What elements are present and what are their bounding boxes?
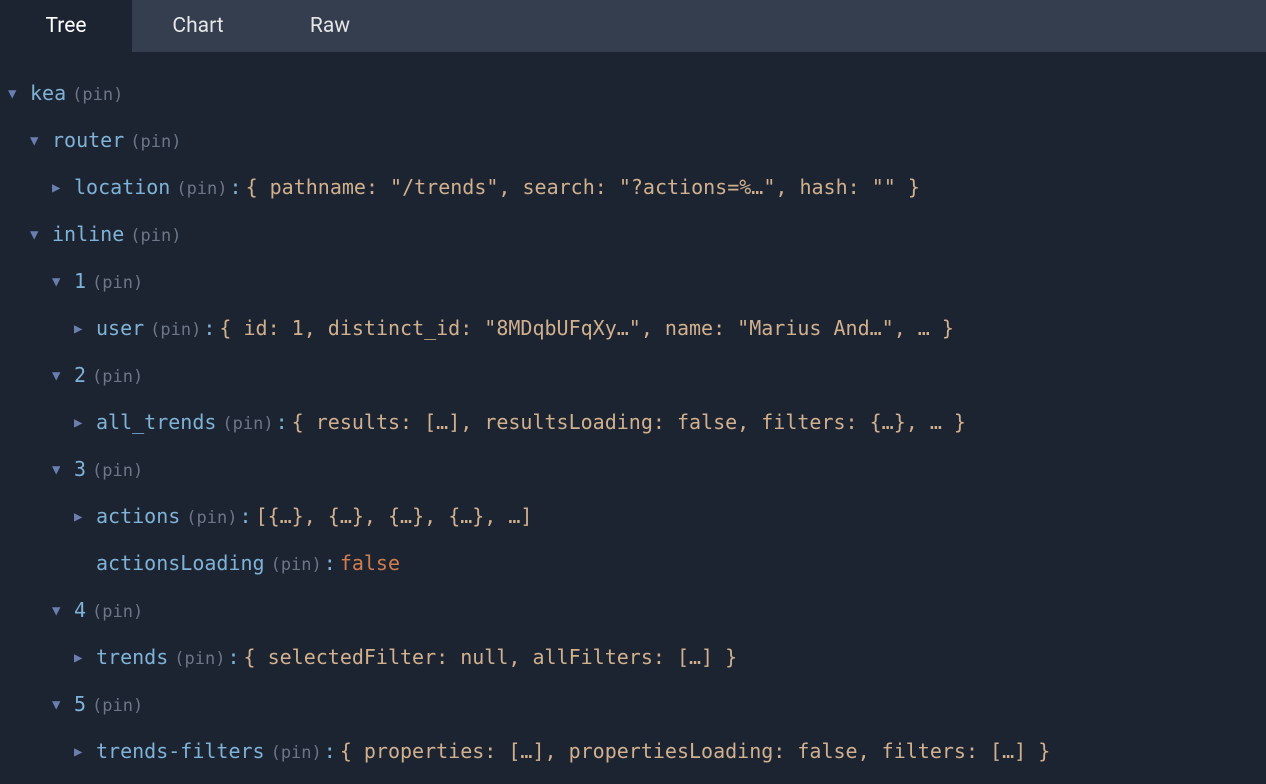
tree-node-actions-loading[interactable]: actionsLoading (pin) : false [4, 540, 1262, 587]
tree-node-actions[interactable]: ▶ actions (pin) : [{…}, {…}, {…}, {…}, …… [4, 493, 1262, 540]
state-tree: ▼ kea (pin) ▼ router (pin) ▶ location (p… [0, 52, 1266, 775]
colon: : [324, 738, 336, 765]
pin-button[interactable]: (pin) [90, 272, 145, 295]
tree-node-2[interactable]: ▼ 2 (pin) [4, 352, 1262, 399]
chevron-right-icon[interactable]: ▶ [74, 745, 90, 759]
pin-button[interactable]: (pin) [128, 131, 183, 154]
colon: : [239, 503, 251, 530]
tab-chart[interactable]: Chart [132, 0, 264, 52]
chevron-down-icon[interactable]: ▼ [52, 463, 68, 477]
chevron-down-icon[interactable]: ▼ [52, 275, 68, 289]
pin-button[interactable]: (pin) [128, 225, 183, 248]
node-key: 5 [74, 691, 86, 718]
chevron-down-icon[interactable]: ▼ [52, 698, 68, 712]
node-key: trends [96, 644, 168, 671]
node-value: { id: 1, distinct_id: "8MDqbUFqXy…", nam… [219, 315, 954, 342]
pin-button[interactable]: (pin) [184, 507, 239, 530]
pin-button[interactable]: (pin) [70, 84, 125, 107]
tree-node-location[interactable]: ▶ location (pin) : { pathname: "/trends"… [4, 164, 1262, 211]
node-value: { results: […], resultsLoading: false, f… [292, 409, 966, 436]
pin-button[interactable]: (pin) [90, 601, 145, 624]
node-value: [{…}, {…}, {…}, {…}, …] [256, 503, 533, 530]
node-key: 2 [74, 362, 86, 389]
node-value: { selectedFilter: null, allFilters: […] … [243, 644, 737, 671]
chevron-down-icon[interactable]: ▼ [30, 228, 46, 242]
chevron-down-icon[interactable]: ▼ [52, 604, 68, 618]
pin-button[interactable]: (pin) [220, 413, 275, 436]
tree-node-4[interactable]: ▼ 4 (pin) [4, 587, 1262, 634]
tab-tree[interactable]: Tree [0, 0, 132, 52]
pin-button[interactable]: (pin) [172, 648, 227, 671]
tree-node-router[interactable]: ▼ router (pin) [4, 117, 1262, 164]
node-key: 1 [74, 268, 86, 295]
chevron-down-icon[interactable]: ▼ [30, 134, 46, 148]
colon: : [324, 550, 336, 577]
tree-node-user[interactable]: ▶ user (pin) : { id: 1, distinct_id: "8M… [4, 305, 1262, 352]
chevron-right-icon[interactable]: ▶ [74, 510, 90, 524]
pin-button[interactable]: (pin) [90, 695, 145, 718]
node-key: inline [52, 221, 124, 248]
pin-button[interactable]: (pin) [90, 460, 145, 483]
node-value: false [340, 550, 400, 577]
colon: : [203, 315, 215, 342]
view-tabs: Tree Chart Raw [0, 0, 1266, 52]
colon: : [230, 174, 242, 201]
pin-button[interactable]: (pin) [269, 554, 324, 577]
node-key: router [52, 127, 124, 154]
node-value: { properties: […], propertiesLoading: fa… [340, 738, 1050, 765]
colon: : [227, 644, 239, 671]
tree-node-3[interactable]: ▼ 3 (pin) [4, 446, 1262, 493]
chevron-down-icon[interactable]: ▼ [8, 87, 24, 101]
node-key: user [96, 315, 144, 342]
node-key: all_trends [96, 409, 216, 436]
node-value: { pathname: "/trends", search: "?actions… [246, 174, 920, 201]
colon: : [276, 409, 288, 436]
node-key: actions [96, 503, 180, 530]
pin-button[interactable]: (pin) [148, 319, 203, 342]
chevron-right-icon[interactable]: ▶ [52, 181, 68, 195]
node-key: kea [30, 80, 66, 107]
node-key: 4 [74, 597, 86, 624]
node-key: location [74, 174, 170, 201]
tree-node-inline[interactable]: ▼ inline (pin) [4, 211, 1262, 258]
node-key: actionsLoading [96, 550, 265, 577]
pin-button[interactable]: (pin) [174, 178, 229, 201]
tree-node-1[interactable]: ▼ 1 (pin) [4, 258, 1262, 305]
tree-node-all-trends[interactable]: ▶ all_trends (pin) : { results: […], res… [4, 399, 1262, 446]
tree-node-5[interactable]: ▼ 5 (pin) [4, 681, 1262, 728]
node-key: 3 [74, 456, 86, 483]
tab-raw[interactable]: Raw [264, 0, 396, 52]
node-key: trends-filters [96, 738, 265, 765]
chevron-down-icon[interactable]: ▼ [52, 369, 68, 383]
pin-button[interactable]: (pin) [90, 366, 145, 389]
tree-node-kea[interactable]: ▼ kea (pin) [4, 70, 1262, 117]
chevron-right-icon[interactable]: ▶ [74, 322, 90, 336]
tree-node-trends[interactable]: ▶ trends (pin) : { selectedFilter: null,… [4, 634, 1262, 681]
chevron-right-icon[interactable]: ▶ [74, 651, 90, 665]
chevron-right-icon[interactable]: ▶ [74, 416, 90, 430]
tree-node-trends-filters[interactable]: ▶ trends-filters (pin) : { properties: [… [4, 728, 1262, 775]
pin-button[interactable]: (pin) [269, 742, 324, 765]
